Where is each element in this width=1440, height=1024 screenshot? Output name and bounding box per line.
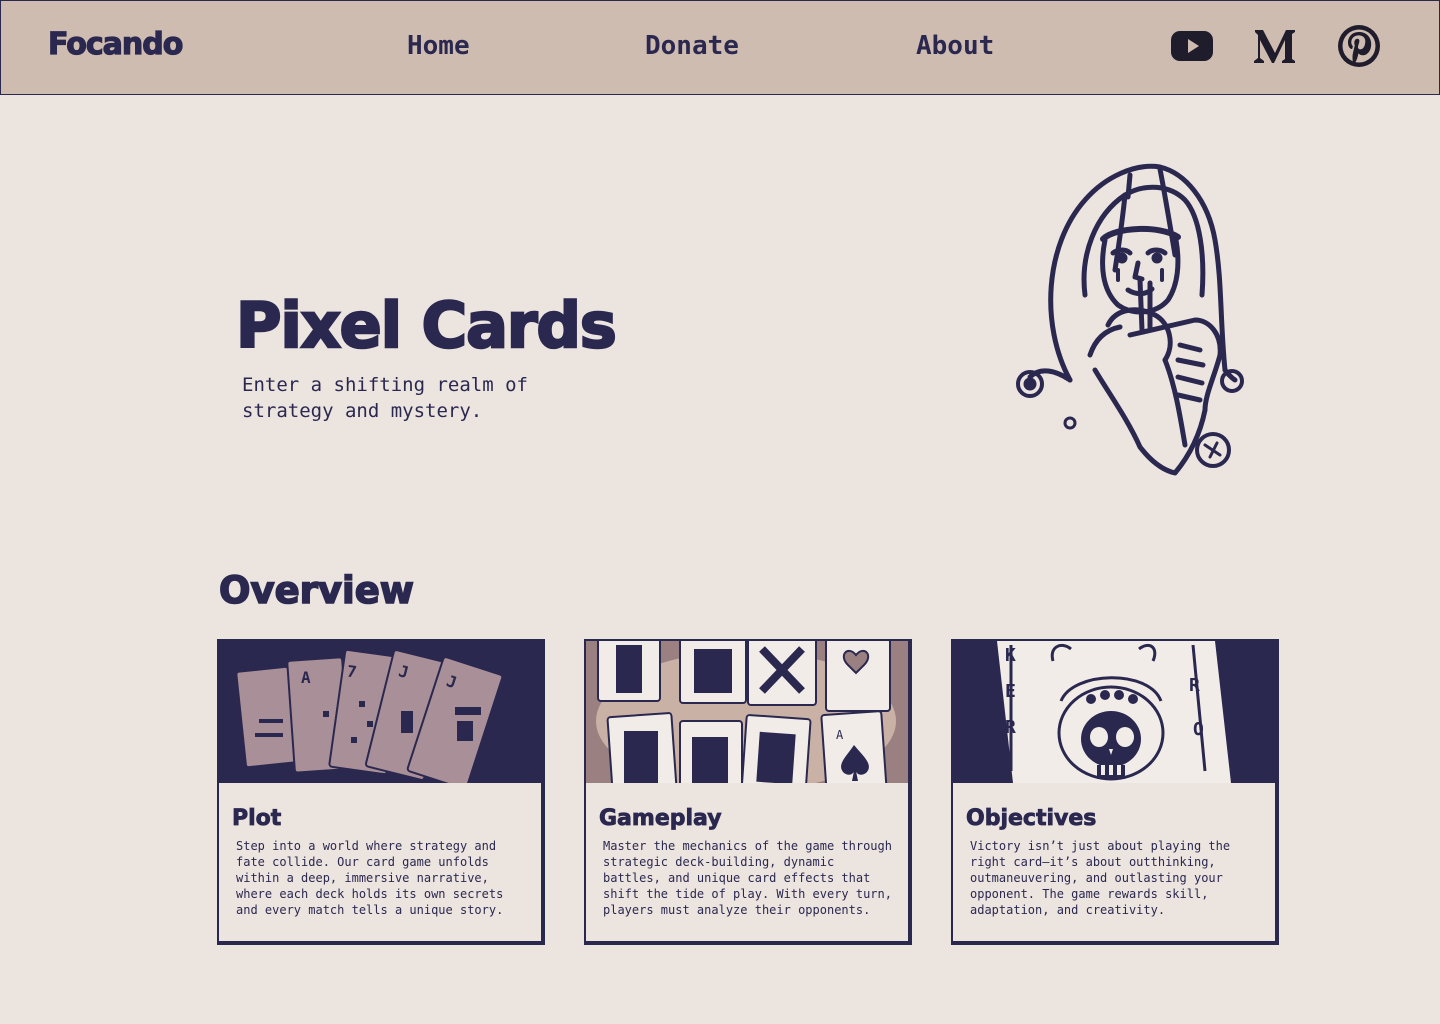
medium-icon [1254, 30, 1295, 63]
svg-text:O: O [1193, 719, 1204, 740]
svg-text:R: R [1005, 717, 1016, 738]
objectives-card-illustration: K E R R O [953, 641, 1275, 783]
plot-card-illustration: A 7 J J [219, 641, 541, 783]
card-title-plot: Plot [232, 806, 282, 832]
top-navigation-bar: Focando Home Donate About [0, 0, 1440, 95]
nav-link-donate[interactable]: Donate [645, 30, 739, 62]
nav-link-home[interactable]: Home [407, 30, 470, 62]
brand-logo[interactable]: Focando [47, 26, 184, 62]
overview-card-gameplay[interactable]: A Gameplay Master the mechanics of the g… [584, 639, 912, 945]
svg-text:A: A [836, 728, 844, 742]
pinterest-link[interactable] [1336, 23, 1382, 69]
svg-text:R: R [1189, 675, 1200, 696]
hero-title: Pixel Cards [235, 288, 618, 363]
youtube-link[interactable] [1169, 23, 1215, 69]
card-text-objectives: Victory isn’t just about playing the rig… [970, 839, 1231, 917]
svg-text:K: K [1005, 645, 1016, 666]
hero-subtitle: Enter a shifting realm of strategy and m… [242, 374, 528, 422]
youtube-icon [1171, 31, 1213, 61]
card-text-plot: Step into a world where strategy and fat… [236, 839, 504, 917]
pinterest-icon [1338, 25, 1380, 67]
card-title-objectives: Objectives [966, 806, 1097, 832]
overview-heading: Overview [218, 568, 415, 613]
medium-link[interactable] [1252, 23, 1298, 69]
overview-card-plot[interactable]: A 7 J J Plot Step into a world where str… [217, 639, 545, 945]
svg-text:E: E [1005, 681, 1016, 702]
jester-illustration [1010, 155, 1245, 485]
svg-text:A: A [301, 668, 311, 687]
nav-link-about[interactable]: About [916, 30, 994, 62]
overview-card-objectives[interactable]: K E R R O Objectives Victory isn’t just … [951, 639, 1279, 945]
card-text-gameplay: Master the mechanics of the game through… [603, 839, 892, 917]
card-title-gameplay: Gameplay [599, 806, 722, 832]
gameplay-card-illustration: A [586, 641, 908, 783]
